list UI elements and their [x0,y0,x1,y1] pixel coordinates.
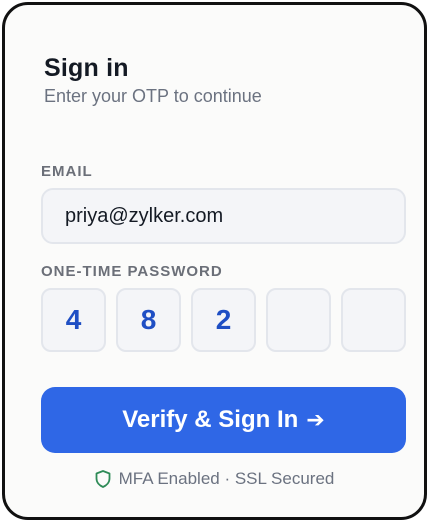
page-subtitle: Enter your OTP to continue [44,86,262,106]
sign-in-card: Sign in Enter your OTP to continue EMAIL… [2,2,427,520]
otp-digit-4[interactable] [266,288,331,352]
shield-icon [95,470,111,488]
otp-digit-5[interactable] [341,288,406,352]
verify-button-label: Verify & Sign In [122,406,299,433]
otp-digit-2[interactable] [116,288,181,352]
page-title: Sign in [44,54,129,82]
otp-input-group [41,288,406,352]
otp-digit-1[interactable] [41,288,106,352]
email-field[interactable] [41,188,406,244]
verify-sign-in-button[interactable]: Verify & Sign In ➔ [41,387,406,453]
security-footer: MFA Enabled · SSL Secured [5,469,424,489]
otp-digit-3[interactable] [191,288,256,352]
arrow-right-icon: ➔ [306,407,325,433]
email-label: EMAIL [41,163,93,180]
security-status-text: MFA Enabled · SSL Secured [118,469,335,488]
otp-label: ONE-TIME PASSWORD [41,263,223,280]
